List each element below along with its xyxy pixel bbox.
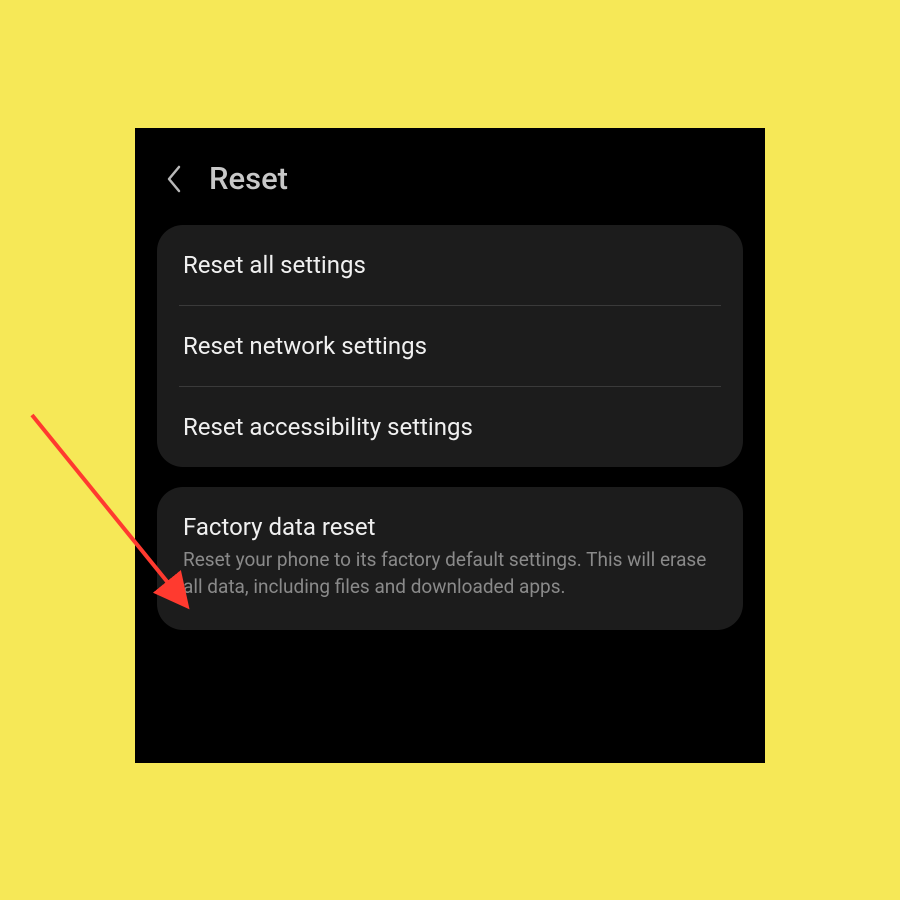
- settings-item-label: Reset accessibility settings: [183, 413, 717, 441]
- reset-network-settings-item[interactable]: Reset network settings: [157, 306, 743, 386]
- page-title: Reset: [209, 160, 288, 197]
- device-screen: Reset Reset all settings Reset network s…: [135, 128, 765, 763]
- settings-item-label: Reset all settings: [183, 251, 717, 279]
- settings-card-factory: Factory data reset Reset your phone to i…: [157, 487, 743, 630]
- reset-accessibility-settings-item[interactable]: Reset accessibility settings: [157, 387, 743, 467]
- settings-item-title: Factory data reset: [183, 513, 717, 541]
- card-gap: [135, 467, 765, 487]
- back-icon[interactable]: [159, 164, 189, 194]
- factory-data-reset-item[interactable]: Factory data reset Reset your phone to i…: [157, 487, 743, 630]
- page-header: Reset: [135, 128, 765, 225]
- reset-all-settings-item[interactable]: Reset all settings: [157, 225, 743, 305]
- settings-card-basic: Reset all settings Reset network setting…: [157, 225, 743, 467]
- settings-item-description: Reset your phone to its factory default …: [183, 547, 717, 600]
- settings-item-label: Reset network settings: [183, 332, 717, 360]
